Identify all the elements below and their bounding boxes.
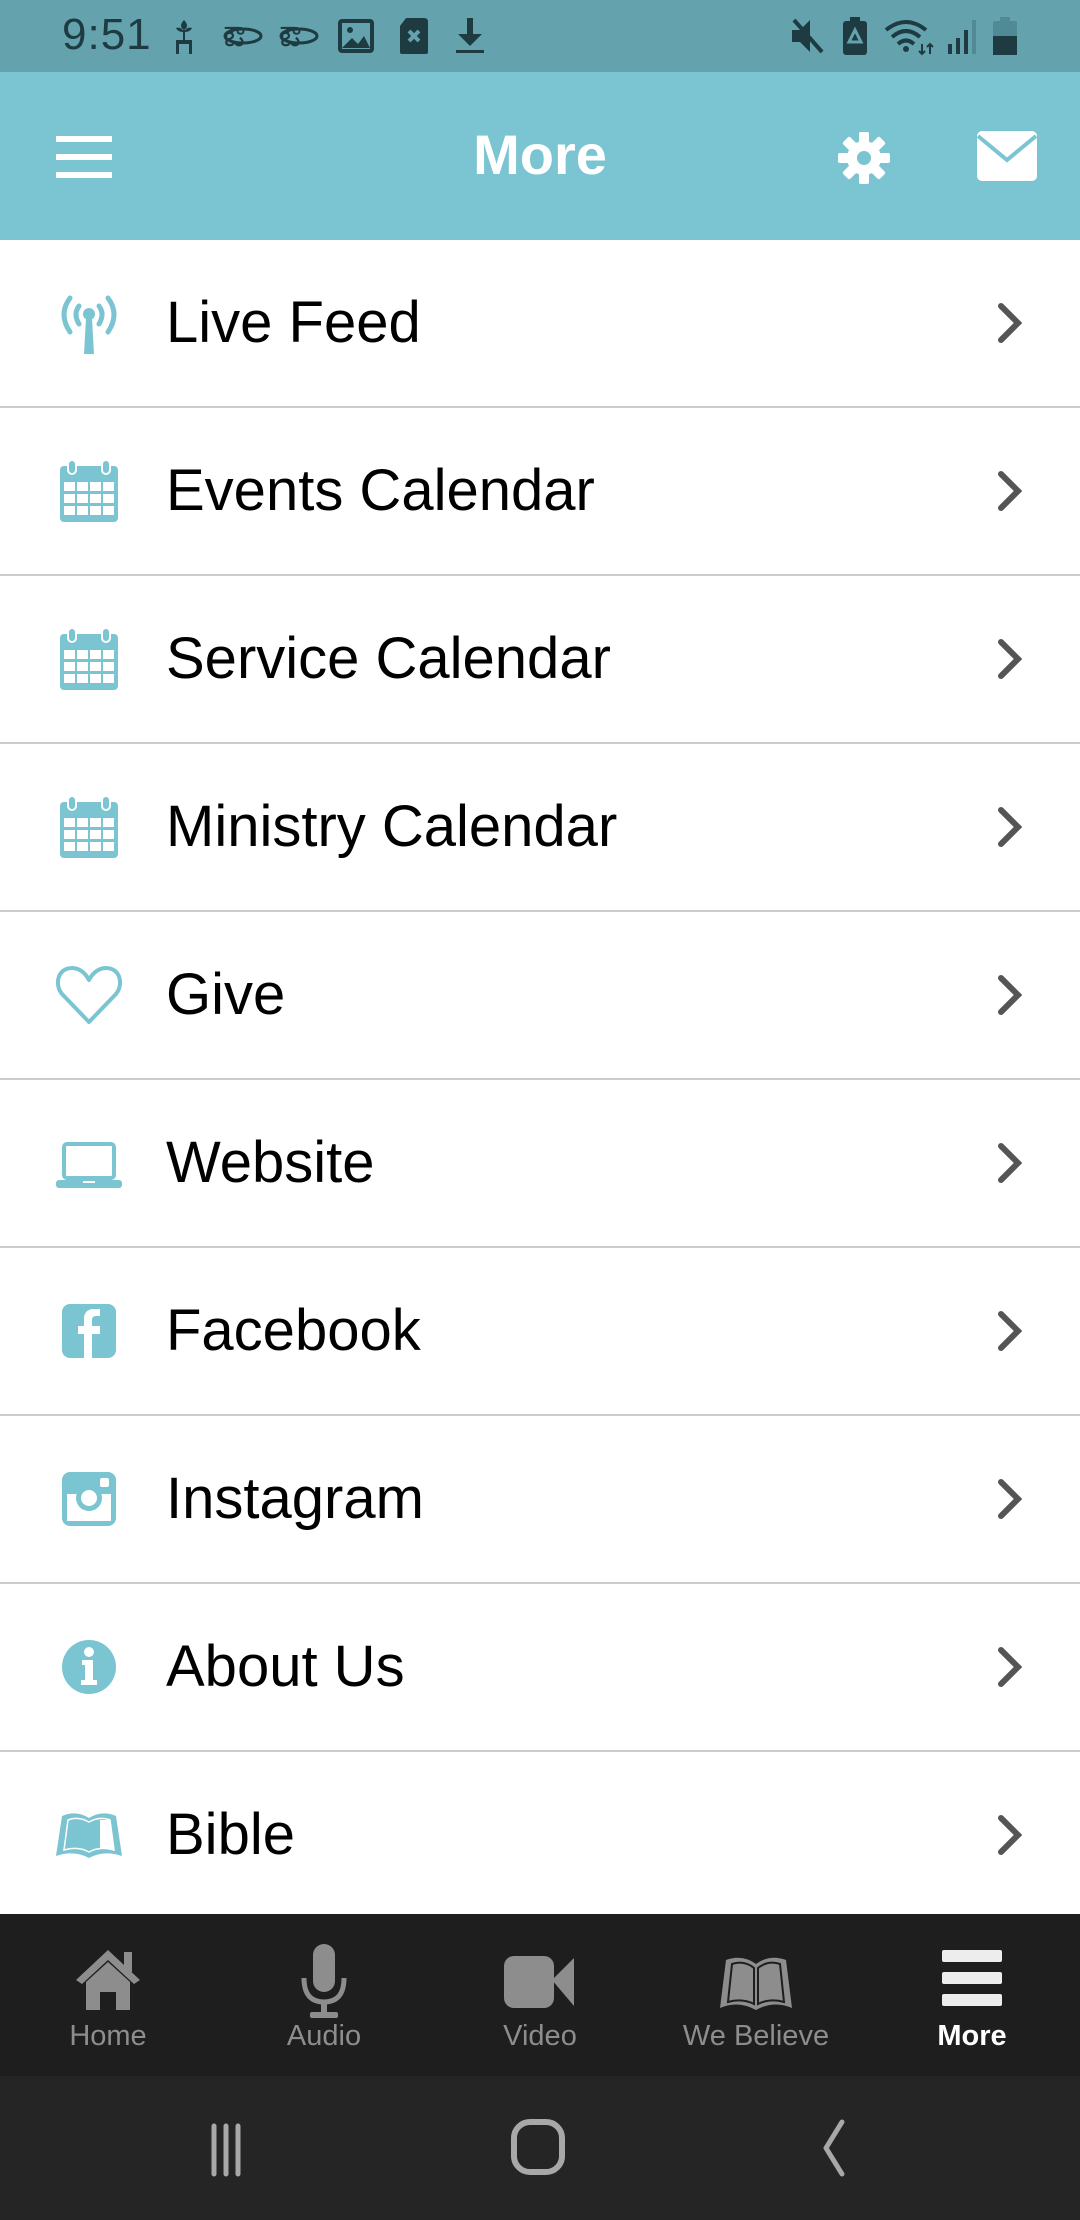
menu-item-events-calendar[interactable]: Events Calendar	[0, 408, 1080, 576]
tab-label: Audio	[286, 2020, 362, 2052]
mail-icon[interactable]	[976, 130, 1038, 182]
battery-icon	[993, 17, 1017, 55]
battery-saver-icon	[843, 17, 867, 55]
info-icon	[62, 1640, 116, 1694]
home-nav-icon[interactable]	[498, 2116, 578, 2180]
tab-label: We Believe	[682, 2020, 830, 2052]
menu-item-instagram[interactable]: Instagram	[0, 1416, 1080, 1584]
menu-item-about-us[interactable]: About Us	[0, 1584, 1080, 1752]
menu-item-label: Events Calendar	[166, 458, 595, 523]
menu-item-label: Give	[166, 962, 286, 1027]
sd-card-error-icon	[400, 18, 428, 54]
home-icon	[76, 1950, 140, 2010]
book-icon	[720, 1957, 792, 2010]
menu-item-label: Bible	[166, 1802, 295, 1867]
svg-text:ఔ: ఔ	[224, 20, 245, 53]
video-camera-icon	[504, 1956, 574, 2008]
system-navigation-bar	[0, 2076, 1080, 2220]
menu-item-give[interactable]: Give	[0, 912, 1080, 1080]
menu-item-bible[interactable]: Bible	[0, 1752, 1080, 1920]
mute-icon	[792, 18, 824, 54]
signal-icon	[948, 20, 976, 54]
chevron-right-icon	[998, 303, 1023, 343]
tab-label: Home	[69, 2020, 147, 2052]
calendar-icon	[60, 459, 118, 522]
heart-icon	[55, 966, 123, 1024]
menu-item-facebook[interactable]: Facebook	[0, 1248, 1080, 1416]
chevron-right-icon	[998, 471, 1023, 511]
tab-home[interactable]: Home	[0, 1914, 216, 2076]
menu-item-label: Ministry Calendar	[166, 794, 618, 859]
tab-label: More	[937, 2020, 1007, 2052]
menu-item-live-feed[interactable]: Live Feed	[0, 240, 1080, 408]
menu-item-website[interactable]: Website	[0, 1080, 1080, 1248]
chevron-right-icon	[998, 1311, 1023, 1351]
download-icon	[456, 18, 484, 53]
menu-item-label: Website	[166, 1130, 375, 1195]
wifi-icon	[884, 20, 934, 56]
app-bar: More	[0, 72, 1080, 240]
instagram-icon	[62, 1472, 116, 1526]
page-title: More	[473, 123, 607, 186]
menu-icon	[942, 1950, 1002, 2006]
broadcast-antenna-icon	[61, 295, 117, 354]
bank-notification-icon: ఔ	[223, 20, 263, 53]
chevron-right-icon	[998, 1143, 1023, 1183]
menu-item-label: Service Calendar	[166, 626, 611, 691]
menu-item-ministry-calendar[interactable]: Ministry Calendar	[0, 744, 1080, 912]
chevron-right-icon	[998, 1815, 1023, 1855]
image-notification-icon	[338, 19, 374, 53]
facebook-icon	[62, 1304, 116, 1358]
chevron-right-icon	[998, 1479, 1023, 1519]
menu-item-label: About Us	[166, 1634, 405, 1699]
menu-item-service-calendar[interactable]: Service Calendar	[0, 576, 1080, 744]
calendar-icon	[60, 795, 118, 858]
tab-video[interactable]: Video	[432, 1914, 648, 2076]
status-bar: 9:51 ఔ ఔ	[0, 0, 1080, 72]
svg-text:ఔ: ఔ	[280, 20, 301, 53]
menu-item-label: Instagram	[166, 1466, 424, 1531]
chevron-right-icon	[998, 807, 1023, 847]
recent-apps-icon[interactable]	[196, 2116, 276, 2180]
microphone-icon	[301, 1944, 347, 2018]
status-time: 9:51	[62, 10, 152, 59]
tab-we-believe[interactable]: We Believe	[648, 1914, 864, 2076]
laptop-icon	[56, 1142, 122, 1188]
chevron-right-icon	[998, 639, 1023, 679]
bank-notification-icon: ఔ	[279, 20, 319, 53]
more-menu-list: Live Feed Events Calendar Service Calend…	[0, 240, 1080, 1920]
chevron-right-icon	[998, 975, 1023, 1015]
chevron-right-icon	[998, 1647, 1023, 1687]
tab-more[interactable]: More	[864, 1914, 1080, 2076]
open-book-icon	[56, 1813, 122, 1858]
back-icon[interactable]	[800, 2116, 880, 2180]
menu-item-label: Facebook	[166, 1298, 421, 1363]
tab-label: Video	[503, 2020, 577, 2052]
plant-notification-icon	[176, 20, 192, 54]
menu-item-label: Live Feed	[166, 290, 421, 355]
tab-audio[interactable]: Audio	[216, 1914, 432, 2076]
gear-icon[interactable]	[836, 130, 892, 186]
bottom-tab-bar: Home Audio Video We Believe More	[0, 1914, 1080, 2076]
calendar-icon	[60, 627, 118, 690]
